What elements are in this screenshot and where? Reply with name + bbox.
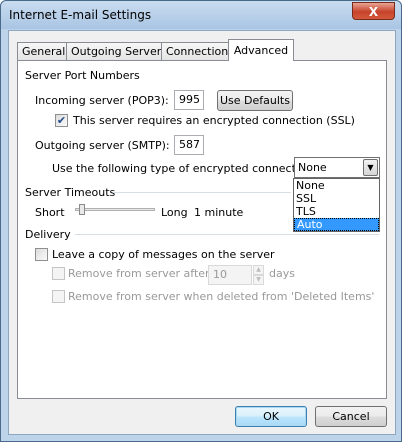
leave-copy-label: Leave a copy of messages on the server <box>52 248 275 261</box>
delivery-group-label: Delivery <box>25 228 74 241</box>
outgoing-server-label: Outgoing server (SMTP): <box>35 139 170 152</box>
incoming-server-label: Incoming server (POP3): <box>35 94 169 107</box>
server-timeouts-group-label: Server Timeouts <box>25 186 119 199</box>
remove-after-days-input[interactable]: 10 <box>208 265 252 285</box>
dropdown-option-ssl[interactable]: SSL <box>294 192 379 205</box>
delivery-divider <box>75 234 379 235</box>
timeouts-divider <box>113 192 291 193</box>
timeout-short-label: Short <box>35 206 65 219</box>
dropdown-option-none[interactable]: None <box>294 179 379 192</box>
ssl-checkbox[interactable]: ✔ <box>55 114 68 127</box>
server-ports-group-label: Server Port Numbers <box>25 69 143 82</box>
dropdown-option-tls[interactable]: TLS <box>294 205 379 218</box>
encryption-type-select[interactable]: None ▼ <box>294 157 380 178</box>
timeout-slider-track[interactable] <box>75 208 155 211</box>
cancel-button[interactable]: Cancel <box>315 406 387 427</box>
spin-up-icon[interactable]: ▲ <box>253 265 264 275</box>
timeout-long-label: Long <box>161 206 188 219</box>
encryption-type-value: None <box>298 161 327 174</box>
ok-button[interactable]: OK <box>235 406 307 427</box>
tab-connection[interactable]: Connection <box>161 42 231 61</box>
remove-after-checkbox[interactable] <box>52 267 65 280</box>
remove-deleted-label: Remove from server when deleted from 'De… <box>68 290 375 303</box>
title-bar[interactable]: Internet E-mail Settings X <box>1 1 401 29</box>
encryption-type-dropdown: None SSL TLS Auto <box>293 178 380 232</box>
checkmark-icon: ✔ <box>56 114 67 127</box>
window-title: Internet E-mail Settings <box>9 8 152 22</box>
encryption-type-label: Use the following type of encrypted conn… <box>52 162 317 175</box>
timeout-slider-thumb[interactable] <box>78 204 85 215</box>
dropdown-option-auto[interactable]: Auto <box>294 218 379 231</box>
use-defaults-button[interactable]: Use Defaults <box>217 90 293 111</box>
advanced-tab-panel: Server Port Numbers Incoming server (POP… <box>17 60 387 399</box>
ssl-checkbox-label: This server requires an encrypted connec… <box>73 114 355 127</box>
tab-general[interactable]: General <box>17 42 67 61</box>
incoming-port-input[interactable]: 995 <box>174 90 204 110</box>
timeout-value-text: 1 minute <box>194 206 244 219</box>
remove-deleted-checkbox[interactable] <box>52 290 65 303</box>
leave-copy-checkbox[interactable] <box>35 248 48 261</box>
dialog-body: General Outgoing Server Connection Advan… <box>8 30 396 435</box>
days-label: days <box>269 267 295 280</box>
tab-advanced[interactable]: Advanced <box>228 39 294 61</box>
close-button[interactable]: X <box>352 2 395 20</box>
chevron-down-icon[interactable]: ▼ <box>363 159 378 176</box>
spin-down-icon[interactable]: ▼ <box>253 275 264 285</box>
remove-after-label: Remove from server after <box>68 267 210 280</box>
tab-outgoing-server[interactable]: Outgoing Server <box>66 42 162 61</box>
outgoing-port-input[interactable]: 587 <box>174 135 204 155</box>
dialog-window: Internet E-mail Settings X General Outgo… <box>0 0 402 442</box>
